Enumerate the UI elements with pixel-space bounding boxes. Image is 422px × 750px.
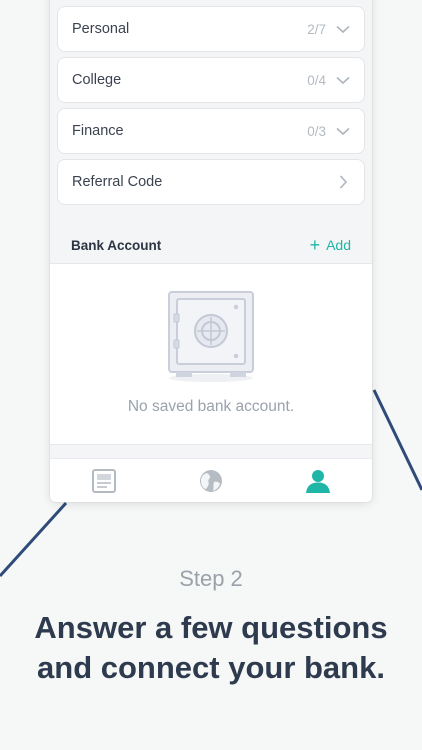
- add-bank-button[interactable]: + Add: [310, 236, 351, 254]
- section-title: Bank Account: [71, 237, 162, 253]
- tab-document[interactable]: [84, 461, 124, 501]
- row-progress-count: 2/7: [307, 21, 326, 37]
- empty-state-text: No saved bank account.: [127, 398, 295, 415]
- row-label: College: [72, 72, 122, 88]
- step-label: Step 2: [179, 566, 243, 591]
- row-label: Finance: [72, 123, 124, 139]
- chevron-down-icon[interactable]: [336, 73, 350, 87]
- add-label: Add: [326, 237, 351, 253]
- safe-icon: [168, 291, 254, 382]
- tab-bar: [50, 458, 372, 502]
- plus-icon: +: [309, 235, 321, 255]
- tab-profile[interactable]: [298, 461, 338, 501]
- tab-globe[interactable]: [191, 461, 231, 501]
- row-progress-count: 0/3: [307, 123, 326, 139]
- globe-icon: [199, 469, 222, 492]
- profile-icon: [306, 469, 331, 493]
- accordion-personal[interactable]: Personal 2/7: [57, 6, 365, 52]
- accordion-college[interactable]: College 0/4: [57, 57, 365, 103]
- document-icon: [91, 468, 116, 493]
- headline-line-1: Answer a few questions: [34, 610, 388, 645]
- bank-account-header: Bank Account + Add: [50, 228, 372, 262]
- headline: Answer a few questions and connect your …: [0, 608, 422, 688]
- phone-screen: Personal 2/7 College 0/4 Finance 0/3 Ref…: [50, 0, 372, 502]
- accordion-finance[interactable]: Finance 0/3: [57, 108, 365, 154]
- headline-line-2: and connect your bank.: [37, 650, 385, 685]
- row-label: Personal: [72, 21, 130, 37]
- chevron-down-icon[interactable]: [336, 124, 350, 138]
- row-label: Referral Code: [72, 174, 163, 190]
- chevron-down-icon[interactable]: [336, 22, 350, 36]
- bank-empty-state: No saved bank account.: [50, 263, 372, 445]
- row-progress-count: 0/4: [307, 72, 326, 88]
- chevron-right-icon[interactable]: [336, 175, 350, 189]
- referral-code-row[interactable]: Referral Code: [57, 159, 365, 205]
